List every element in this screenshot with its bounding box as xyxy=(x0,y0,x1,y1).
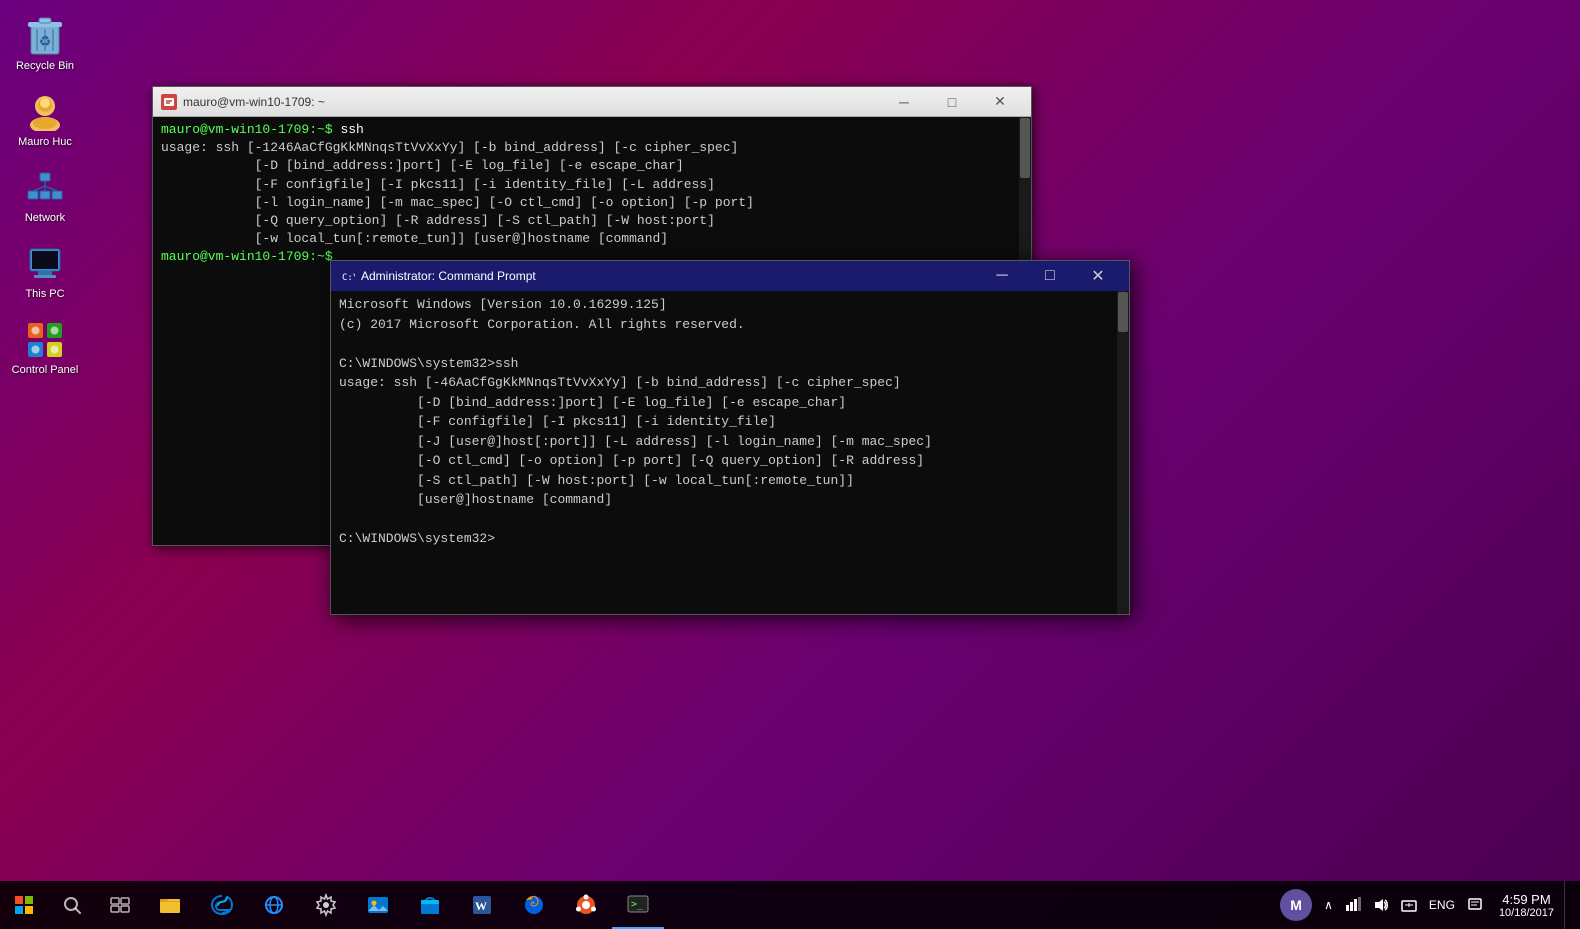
bash-titlebar-icon xyxy=(161,94,177,110)
lang-text: ENG xyxy=(1429,898,1455,912)
bash-titlebar: mauro@vm-win10-1709: ~ ─ □ ✕ xyxy=(153,87,1031,117)
taskbar-apps: W xyxy=(144,881,664,929)
taskbar-explorer[interactable] xyxy=(144,881,196,929)
cmd-output: Microsoft Windows [Version 10.0.16299.12… xyxy=(339,295,1121,549)
tray-action-center[interactable] xyxy=(1461,881,1489,929)
cmd-window-controls: ─ □ ✕ xyxy=(979,262,1121,290)
task-view-button[interactable] xyxy=(96,881,144,929)
start-button[interactable] xyxy=(0,881,48,929)
recycle-bin-label: Recycle Bin xyxy=(16,60,74,72)
cmd-titlebar: C:\ Administrator: Command Prompt ─ □ ✕ xyxy=(331,261,1129,291)
cmd-content[interactable]: Microsoft Windows [Version 10.0.16299.12… xyxy=(331,291,1129,614)
bash-maximize-button[interactable]: □ xyxy=(929,88,975,116)
control-panel-icon[interactable]: Control Panel xyxy=(5,314,85,382)
cmd-terminal-window: C:\ Administrator: Command Prompt ─ □ ✕ … xyxy=(330,260,1130,615)
tray-lang-label[interactable]: ENG xyxy=(1423,881,1461,929)
bash-window-controls: ─ □ ✕ xyxy=(881,88,1023,116)
cmd-close-button[interactable]: ✕ xyxy=(1075,262,1121,290)
tray-volume-icon[interactable] xyxy=(1367,881,1395,929)
mauro-huc-label: Mauro Huc xyxy=(18,136,72,148)
cmd-maximize-button[interactable]: □ xyxy=(1027,262,1073,290)
bash-scrollbar-thumb xyxy=(1020,118,1030,178)
this-pc-label: This PC xyxy=(25,288,64,300)
bash-title-text: mauro@vm-win10-1709: ~ xyxy=(183,95,875,109)
search-button[interactable] xyxy=(48,881,96,929)
tray-input-icon[interactable] xyxy=(1395,881,1423,929)
network-label: Network xyxy=(25,212,65,224)
cmd-scrollbar[interactable] xyxy=(1117,291,1129,614)
svg-text:♻: ♻ xyxy=(39,33,52,49)
taskbar-word[interactable]: W xyxy=(456,881,508,929)
bash-close-button[interactable]: ✕ xyxy=(977,88,1023,116)
recycle-bin-icon[interactable]: ♻ Recycle Bin xyxy=(5,10,85,78)
bash-output: mauro@vm-win10-1709:~$ ssh usage: ssh [-… xyxy=(161,121,1023,267)
clock-time: 4:59 PM xyxy=(1502,892,1550,907)
clock-date: 10/18/2017 xyxy=(1499,907,1554,919)
cmd-title-text: Administrator: Command Prompt xyxy=(361,269,973,283)
taskbar-photos[interactable] xyxy=(352,881,404,929)
taskbar-terminal[interactable]: >_ xyxy=(612,881,664,929)
taskbar-ie[interactable] xyxy=(248,881,300,929)
user-avatar-circle: M xyxy=(1280,889,1312,921)
cmd-titlebar-icon: C:\ xyxy=(339,268,355,284)
this-pc-icon[interactable]: This PC xyxy=(5,238,85,306)
show-desktop-button[interactable] xyxy=(1564,881,1572,929)
tray-network-icon[interactable] xyxy=(1339,881,1367,929)
taskbar-firefox[interactable] xyxy=(508,881,560,929)
user-initial: M xyxy=(1290,897,1302,913)
control-panel-label: Control Panel xyxy=(12,364,79,376)
taskbar-store[interactable] xyxy=(404,881,456,929)
tray-chevron[interactable]: ∧ xyxy=(1318,881,1339,929)
tray-user-avatar[interactable]: M xyxy=(1274,881,1318,929)
taskbar-ubuntu[interactable] xyxy=(560,881,612,929)
taskbar-settings[interactable] xyxy=(300,881,352,929)
desktop-icons: ♻ Recycle Bin Mauro Huc xyxy=(0,0,90,382)
svg-text:>_: >_ xyxy=(631,899,644,910)
system-tray: M ∧ xyxy=(1274,881,1580,929)
svg-text:W: W xyxy=(475,899,487,913)
taskbar: W xyxy=(0,881,1580,929)
taskbar-edge[interactable] xyxy=(196,881,248,929)
network-desktop-icon[interactable]: Network xyxy=(5,162,85,230)
mauro-huc-icon[interactable]: Mauro Huc xyxy=(5,86,85,154)
cmd-scrollbar-thumb xyxy=(1118,292,1128,332)
svg-text:C:\: C:\ xyxy=(342,273,355,283)
system-clock[interactable]: 4:59 PM 10/18/2017 xyxy=(1489,881,1564,929)
bash-minimize-button[interactable]: ─ xyxy=(881,88,927,116)
cmd-minimize-button[interactable]: ─ xyxy=(979,262,1025,290)
